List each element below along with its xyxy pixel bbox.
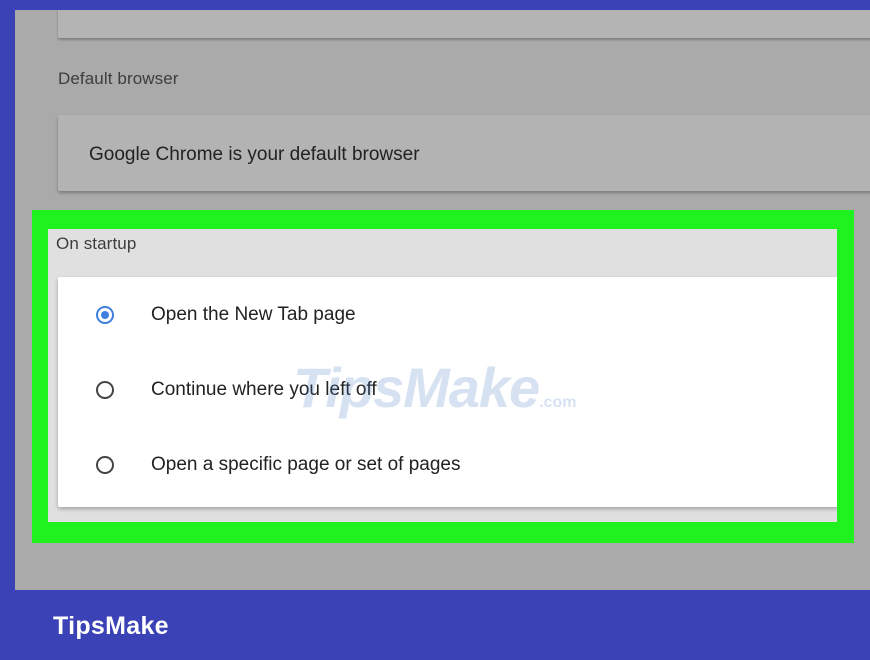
chrome-settings-screen: Default browser Google Chrome is your de… xyxy=(15,10,870,590)
on-startup-card: Open the New Tab page Continue where you… xyxy=(58,277,837,507)
startup-option-continue[interactable]: Continue where you left off xyxy=(58,361,837,421)
startup-option-specific-pages[interactable]: Open a specific page or set of pages xyxy=(58,436,837,496)
default-browser-heading: Default browser xyxy=(58,69,179,88)
radio-selected-icon[interactable] xyxy=(96,306,114,324)
startup-option-label: Open a specific page or set of pages xyxy=(151,454,461,475)
startup-option-new-tab[interactable]: Open the New Tab page xyxy=(58,286,837,346)
startup-option-label: Open the New Tab page xyxy=(151,304,356,325)
on-startup-highlight: On startup Open the New Tab page Continu… xyxy=(32,210,854,543)
image-frame: Default browser Google Chrome is your de… xyxy=(0,0,870,660)
footer-brand: TipsMake xyxy=(53,612,169,640)
previous-settings-card xyxy=(58,10,870,38)
on-startup-heading: On startup xyxy=(56,234,137,253)
default-browser-card: Google Chrome is your default browser xyxy=(58,115,870,191)
default-browser-status: Google Chrome is your default browser xyxy=(89,144,420,165)
startup-option-label: Continue where you left off xyxy=(151,379,377,400)
radio-unselected-icon[interactable] xyxy=(96,456,114,474)
radio-unselected-icon[interactable] xyxy=(96,381,114,399)
on-startup-section: On startup Open the New Tab page Continu… xyxy=(48,229,837,522)
